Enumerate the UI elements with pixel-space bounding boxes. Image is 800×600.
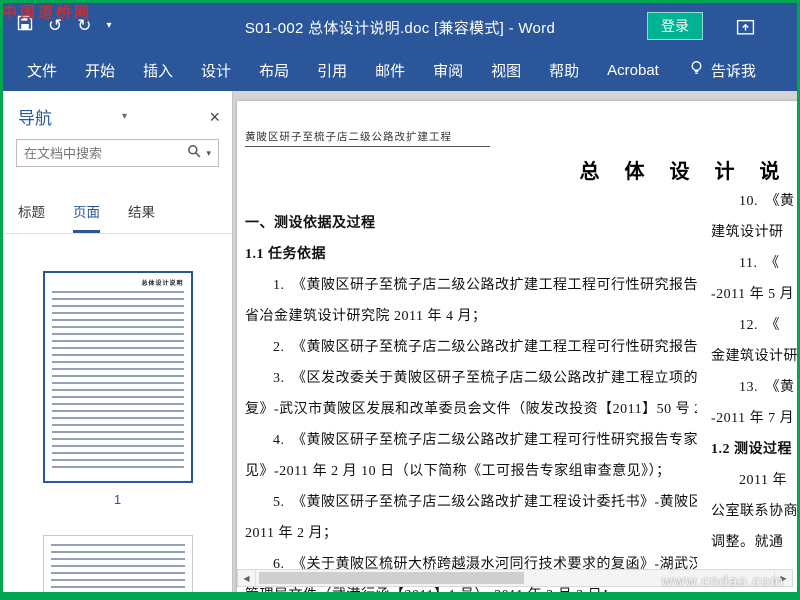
document-search-box[interactable]: ▾ xyxy=(16,139,219,167)
text-line: 省冶金建筑设计研究院 2011 年 4 月； xyxy=(245,309,487,324)
page-header-text: 黄陂区研子至梳子店二级公路改扩建工程 xyxy=(245,129,490,147)
navigation-options-dropdown-icon[interactable]: ▾ xyxy=(122,111,127,122)
navigation-pane: 导航 ▾ × ▾ 标题页面结果 总体设计说明 xyxy=(3,91,233,592)
text-line: 2. 《黄陂区研子至梳子店二级公路改扩建工程工程可行性研究报告》批复； xyxy=(273,340,697,355)
tell-me-box[interactable]: 告诉我 xyxy=(689,60,756,81)
text-line: 10. 《黄 xyxy=(739,194,795,209)
text-line: 1. 《黄陂区研子至梳子店二级公路改扩建工程工程可行性研究报告》-广东 xyxy=(273,278,697,293)
text-line: 建筑设计研 xyxy=(711,225,784,240)
text-line: -2011 年 7 月 xyxy=(711,411,795,426)
document-columns: 一、测设依据及过程 1.1 任务依据 1. 《黄陂区研子至梳子店二级公路改扩建工程工… xyxy=(237,194,797,592)
text-line: -2011 年 5 月 xyxy=(711,287,795,302)
text-column-1: 一、测设依据及过程 1.1 任务依据 1. 《黄陂区研子至梳子店二级公路改扩建工程工… xyxy=(245,208,697,592)
navigation-tabs: 标题 页面 结果 xyxy=(3,167,232,234)
text-line: 2011 年 2 月； xyxy=(245,526,338,541)
text-line: 1.2 测设过程 xyxy=(711,442,792,457)
ribbon-tab[interactable]: Acrobat xyxy=(593,49,673,91)
word-window: ↺ ↻ ▾ S01-002 总体设计说明.doc [兼容模式] - Word 登… xyxy=(3,3,797,592)
thumbnail-text-lines xyxy=(50,544,185,592)
ribbon-tab-bar: 文件 开始 插入 设计 布局 引用 邮件 审阅 视图 帮助 Acrobat 告诉我 xyxy=(3,49,797,91)
navigation-tab[interactable]: 结果 xyxy=(128,201,155,233)
text-line: 13. 《黄 xyxy=(739,380,795,395)
page-header: 黄陂区研子至梳子店二级公路改扩建工程 xyxy=(237,101,797,147)
ribbon-display-options-icon[interactable] xyxy=(733,15,757,39)
text-line: 5. 《黄陂区研子至梳子店二级公路改扩建工程设计委托书》-黄陂区交通局 xyxy=(273,495,697,510)
sign-in-button[interactable]: 登录 xyxy=(647,12,703,40)
navigation-tab[interactable]: 页面 xyxy=(73,201,100,233)
ribbon-tab[interactable]: 引用 xyxy=(303,49,361,91)
navigation-header: 导航 ▾ × xyxy=(3,91,232,135)
document-page[interactable]: 黄陂区研子至梳子店二级公路改扩建工程 总 体 设 计 说 明 一、测设依据及过程… xyxy=(237,101,797,592)
lightbulb-icon xyxy=(689,60,704,80)
text-line: 1.1 任务依据 xyxy=(245,247,326,262)
text-line: 公室联系协商 xyxy=(711,504,797,519)
text-line: 3. 《区发改委关于黄陂区研子至梳子店二级公路改扩建工程立项的批 xyxy=(273,371,697,386)
search-options-dropdown-icon[interactable]: ▾ xyxy=(206,148,211,159)
ribbon-tabs: 文件 开始 插入 设计 布局 引用 邮件 审阅 视图 帮助 Acrobat xyxy=(13,49,673,91)
ribbon-tab[interactable]: 视图 xyxy=(477,49,535,91)
document-title: 总 体 设 计 说 明 xyxy=(579,161,798,183)
ribbon-tab[interactable]: 审阅 xyxy=(419,49,477,91)
ribbon-tab[interactable]: 邮件 xyxy=(361,49,419,91)
ribbon-tab[interactable]: 开始 xyxy=(71,49,129,91)
document-area: 黄陂区研子至梳子店二级公路改扩建工程 总 体 设 计 说 明 一、测设依据及过程… xyxy=(233,91,797,592)
tell-me-label: 告诉我 xyxy=(710,62,756,80)
text-line: 11. 《 xyxy=(739,256,780,271)
text-column-2: 10. 《黄建筑设计研 11. 《 -2011 年 5 月 12. 《金建筑设计研 13… xyxy=(711,186,797,592)
text-line: 12. 《 xyxy=(739,318,780,333)
horizontal-scrollbar[interactable]: ◀ ▶ xyxy=(237,569,793,587)
search-icon[interactable] xyxy=(187,144,201,163)
navigation-title: 导航 xyxy=(18,109,52,128)
scrollbar-thumb[interactable] xyxy=(259,572,524,584)
text-line: 调整。就通 xyxy=(711,535,784,550)
navigation-tab[interactable]: 标题 xyxy=(18,201,45,233)
text-line: 复》-武汉市黄陂区发展和改革委员会文件（陂发改投资【2011】50 号 2011… xyxy=(245,402,697,417)
scroll-left-icon[interactable]: ◀ xyxy=(238,570,256,586)
page-thumbnail-list: 总体设计说明 1 xyxy=(3,249,232,592)
scrollbar-track[interactable] xyxy=(256,570,774,586)
page-1-number: 1 xyxy=(113,492,122,507)
text-line: 4. 《黄陂区研子至梳子店二级公路改扩建工程可行性研究报告专家组审查意 xyxy=(273,433,697,448)
main-area: 导航 ▾ × ▾ 标题页面结果 总体设计说明 xyxy=(3,91,797,592)
ribbon-tab[interactable]: 帮助 xyxy=(535,49,593,91)
ribbon-tab[interactable]: 插入 xyxy=(129,49,187,91)
ribbon-tab[interactable]: 设计 xyxy=(187,49,245,91)
close-navigation-icon[interactable]: × xyxy=(209,108,220,126)
thumbnail-text-lines xyxy=(51,291,184,473)
search-input[interactable] xyxy=(24,145,188,161)
text-line: 金建筑设计研 xyxy=(711,349,797,364)
scroll-right-icon[interactable]: ▶ xyxy=(774,570,792,586)
thumbnail-title: 总体设计说明 xyxy=(141,281,184,287)
title-bar: ↺ ↻ ▾ S01-002 总体设计说明.doc [兼容模式] - Word 登… xyxy=(3,3,797,49)
text-line: 一、测设依据及过程 xyxy=(245,216,376,231)
page-1-thumbnail[interactable]: 总体设计说明 xyxy=(42,271,193,483)
ribbon-tab[interactable]: 布局 xyxy=(245,49,303,91)
page-2-thumbnail[interactable] xyxy=(42,535,193,592)
text-line: 见》-2011 年 2 月 10 日（以下简称《工可报告专家组审查意见》）； xyxy=(245,464,671,479)
ribbon-tab[interactable]: 文件 xyxy=(13,49,71,91)
text-line: 2011 年 xyxy=(739,473,787,488)
